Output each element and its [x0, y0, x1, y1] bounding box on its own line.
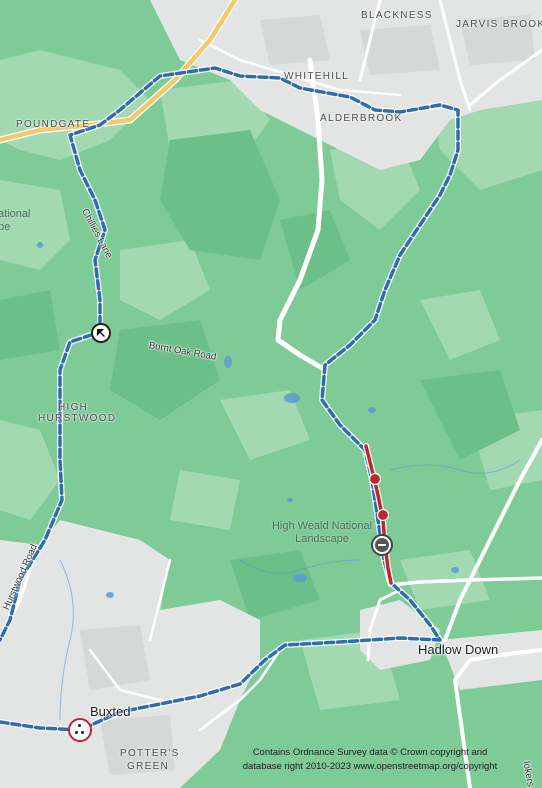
label-hurstwood: HURSTWOOD: [38, 413, 117, 424]
label-green: GREEN: [127, 761, 170, 772]
label-whitehill: WHITEHILL: [284, 71, 350, 82]
attribution-line-2: database right 2010-2023 www.openstreetm…: [242, 761, 498, 772]
map-attribution: Contains Ordnance Survey data © Crown co…: [220, 746, 520, 774]
waypoint-marker[interactable]: [368, 472, 382, 486]
label-high-weald: High Weald National Landscape: [271, 520, 373, 545]
label-potters: POTTER'S: [120, 748, 180, 759]
label-buxted: Buxted: [90, 704, 131, 719]
label-hadlow-down: Hadlow Down: [418, 642, 499, 657]
label-high: HIGH: [58, 402, 89, 413]
map-view[interactable]: BLACKNESS JARVIS BROOK WHITEHILL ALDERBR…: [0, 0, 542, 788]
waypoint-marker[interactable]: [376, 508, 390, 522]
label-poundgate: POUNDGATE: [16, 119, 91, 130]
attribution-line-1: Contains Ordnance Survey data © Crown co…: [252, 747, 488, 758]
arrow-up-left-icon[interactable]: [91, 323, 111, 343]
label-jarvis-brook: JARVIS BROOK: [456, 19, 542, 30]
label-national-landscape-cut: ational pe: [0, 208, 31, 233]
label-blackness: BLACKNESS: [361, 10, 433, 21]
start-end-icon[interactable]: [68, 718, 92, 742]
label-alderbrook: ALDERBROOK: [320, 113, 403, 124]
